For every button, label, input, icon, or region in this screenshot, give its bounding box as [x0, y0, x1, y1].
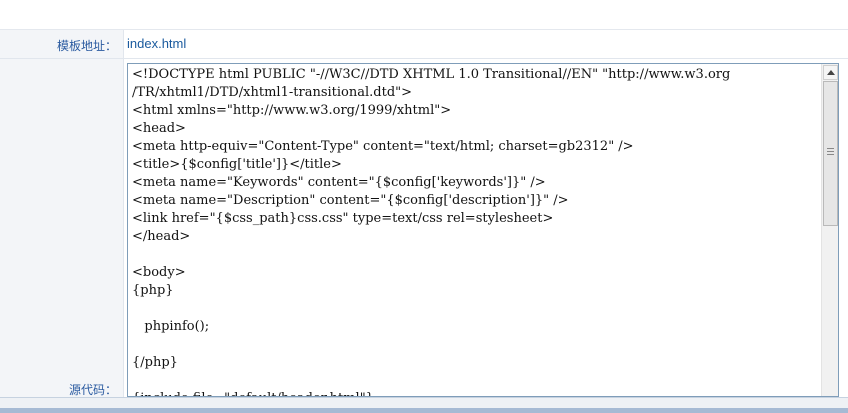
- source-code-textarea[interactable]: <!DOCTYPE html PUBLIC "-//W3C//DTD XHTML…: [127, 63, 839, 397]
- source-code-label-cell: 源代码：: [0, 59, 124, 397]
- template-address-label: 模板地址：: [56, 39, 117, 53]
- top-strip: [0, 0, 848, 30]
- source-code-label: 源代码：: [68, 383, 117, 397]
- template-address-label-cell: 模板地址：: [0, 30, 124, 58]
- template-address-row: 模板地址： index.html: [0, 30, 848, 59]
- scroll-up-arrow-icon[interactable]: [823, 65, 838, 80]
- source-code-text[interactable]: <!DOCTYPE html PUBLIC "-//W3C//DTD XHTML…: [132, 66, 822, 396]
- source-code-row: 源代码： <!DOCTYPE html PUBLIC "-//W3C//DTD …: [0, 59, 848, 397]
- bottom-border-line: [0, 408, 848, 413]
- scrollbar-thumb[interactable]: [823, 81, 838, 226]
- vertical-scrollbar[interactable]: [821, 64, 838, 396]
- scrollbar-grip-icon: [827, 148, 834, 155]
- template-address-value: index.html: [127, 36, 187, 51]
